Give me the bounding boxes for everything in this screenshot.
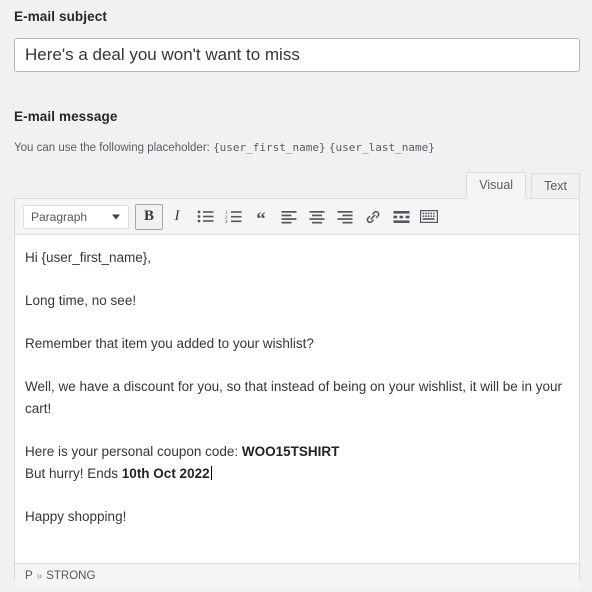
align-right-button[interactable]	[331, 204, 359, 230]
element-path-separator: »	[36, 570, 43, 582]
paragraph-long-time: Long time, no see!	[25, 293, 137, 308]
align-center-icon	[309, 210, 325, 224]
bold-button[interactable]: B	[135, 203, 163, 230]
numbered-list-icon: 1 2 3	[225, 209, 242, 224]
numbered-list-button[interactable]: 1 2 3	[219, 204, 247, 230]
keyboard-shortcuts-icon	[420, 210, 438, 223]
read-more-button[interactable]	[387, 204, 415, 230]
blockquote-icon: “	[256, 209, 266, 230]
editor-content-area[interactable]: Hi {user_first_name}, Long time, no see!…	[15, 235, 579, 563]
chevron-down-icon	[112, 214, 120, 219]
end-date: 10th Oct 2022	[121, 466, 210, 481]
align-left-button[interactable]	[275, 204, 303, 230]
element-path-root[interactable]: P	[25, 570, 33, 582]
paragraph-discount: Well, we have a discount for you, so tha…	[25, 379, 563, 416]
insert-link-icon	[365, 209, 381, 225]
paragraph-closing: Happy shopping!	[25, 509, 127, 524]
email-campaign-editor-page: E-mail subject E-mail message You can us…	[0, 0, 592, 592]
email-subject-label: E-mail subject	[14, 9, 107, 24]
placeholder-hint: You can use the following placeholder: {…	[14, 141, 435, 154]
hurry-line-text: But hurry! Ends	[25, 466, 122, 481]
tab-text[interactable]: Text	[531, 173, 580, 199]
paragraph-greeting: Hi {user_first_name},	[25, 250, 152, 265]
svg-text:3: 3	[225, 219, 228, 224]
coupon-code: WOO15TSHIRT	[241, 444, 340, 459]
blockquote-button[interactable]: “	[247, 204, 275, 230]
placeholder-hint-text: You can use the following placeholder:	[14, 142, 210, 154]
align-left-icon	[281, 210, 297, 224]
editor-mode-tabs: Visual Text	[461, 172, 580, 199]
format-select-value: Paragraph	[31, 209, 88, 224]
element-path-current[interactable]: STRONG	[46, 570, 95, 582]
editor-toolbar: Paragraph B I 1 2 3 “	[15, 199, 579, 235]
format-select[interactable]: Paragraph	[23, 204, 129, 229]
coupon-line-text: Here is your personal coupon code:	[25, 444, 242, 459]
text-cursor	[210, 466, 212, 480]
keyboard-shortcuts-button[interactable]	[415, 204, 443, 230]
paragraph-remember: Remember that item you added to your wis…	[25, 336, 314, 351]
read-more-icon	[393, 210, 410, 224]
placeholder-token-first-name: {user_first_name}	[213, 141, 326, 154]
email-subject-input[interactable]	[14, 38, 580, 72]
insert-link-button[interactable]	[359, 204, 387, 230]
wysiwyg-editor: Paragraph B I 1 2 3 “ Hi {user_first_nam…	[14, 198, 580, 588]
italic-button[interactable]: I	[163, 204, 191, 230]
align-center-button[interactable]	[303, 204, 331, 230]
placeholder-token-last-name: {user_last_name}	[328, 141, 435, 154]
bulleted-list-icon	[197, 209, 214, 224]
bulleted-list-button[interactable]	[191, 204, 219, 230]
paragraph-coupon: Here is your personal coupon code: WOO15…	[25, 441, 563, 485]
email-message-label: E-mail message	[14, 109, 118, 124]
editor-status-bar: P » STRONG	[15, 563, 579, 588]
tab-visual[interactable]: Visual	[466, 172, 527, 199]
align-right-icon	[337, 210, 353, 224]
italic-icon: I	[174, 208, 180, 224]
bold-icon: B	[143, 208, 154, 224]
